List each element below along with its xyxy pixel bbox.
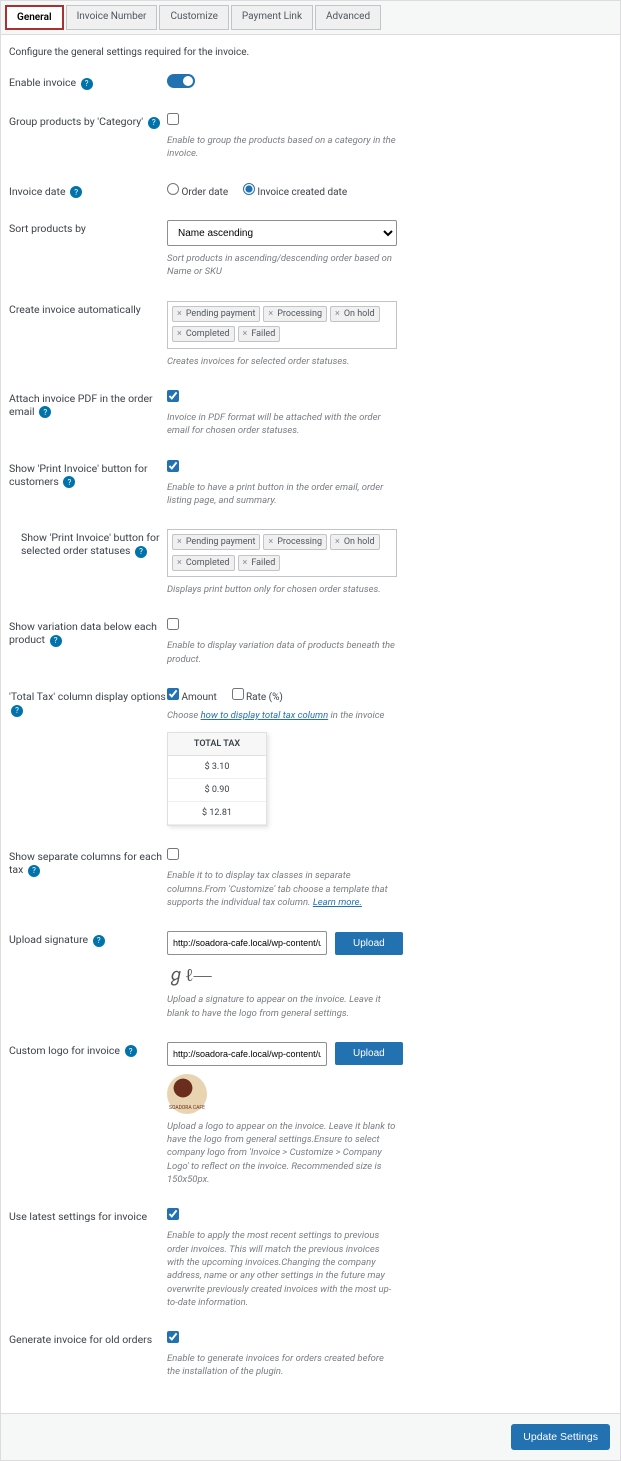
checkbox-attach-pdf[interactable] bbox=[167, 390, 179, 402]
label-custom-logo: Custom logo for invoice ? bbox=[9, 1042, 167, 1058]
label-generate-old: Generate invoice for old orders bbox=[9, 1331, 167, 1346]
label-tax-column: 'Total Tax' column display options ? bbox=[9, 688, 167, 717]
label-group-products: Group products by 'Category' ? bbox=[9, 113, 167, 129]
help-icon[interactable]: ? bbox=[63, 476, 75, 488]
label-sort-by: Sort products by bbox=[9, 220, 167, 235]
close-icon: × bbox=[268, 537, 273, 547]
input-signature-url[interactable] bbox=[167, 931, 327, 955]
tab-invoice-number[interactable]: Invoice Number bbox=[66, 5, 158, 30]
desc: Creates invoices for selected order stat… bbox=[167, 355, 397, 368]
checkbox-rate[interactable] bbox=[232, 688, 244, 700]
tax-preview-table: TOTAL TAX $ 3.10 $ 0.90 $ 12.81 bbox=[167, 732, 267, 826]
settings-panel: Configure the general settings required … bbox=[0, 35, 621, 1414]
tab-customize[interactable]: Customize bbox=[159, 5, 228, 30]
tag[interactable]: ×Completed bbox=[172, 555, 235, 571]
checkbox-separate-columns[interactable] bbox=[167, 848, 179, 860]
label-show-print: Show 'Print Invoice' button for customer… bbox=[9, 460, 167, 489]
label-variation: Show variation data below each product ? bbox=[9, 618, 167, 647]
footer-bar: Update Settings bbox=[0, 1414, 621, 1461]
help-icon[interactable]: ? bbox=[135, 546, 147, 558]
input-logo-url[interactable] bbox=[167, 1042, 327, 1066]
link-learn-more[interactable]: Learn more. bbox=[313, 897, 362, 908]
desc: Invoice in PDF format will be attached w… bbox=[167, 411, 397, 438]
label-latest-settings: Use latest settings for invoice bbox=[9, 1208, 167, 1223]
radio-order-date[interactable] bbox=[167, 183, 179, 195]
tab-payment-link[interactable]: Payment Link bbox=[231, 5, 313, 30]
tag[interactable]: ×Failed bbox=[238, 555, 281, 571]
link-tax-how[interactable]: how to display total tax column bbox=[201, 710, 329, 721]
label-invoice-date: Invoice date ? bbox=[9, 183, 167, 199]
checkbox-latest-settings[interactable] bbox=[167, 1208, 179, 1220]
label-auto-create: Create invoice automatically bbox=[9, 301, 167, 316]
help-icon[interactable]: ? bbox=[28, 865, 40, 877]
close-icon: × bbox=[177, 558, 182, 568]
checkbox-variation[interactable] bbox=[167, 618, 179, 630]
help-icon[interactable]: ? bbox=[70, 186, 82, 198]
help-icon[interactable]: ? bbox=[93, 935, 105, 947]
checkbox-generate-old[interactable] bbox=[167, 1331, 179, 1343]
label-separate-columns: Show separate columns for each tax ? bbox=[9, 848, 167, 877]
intro-text: Configure the general settings required … bbox=[9, 47, 612, 58]
close-icon: × bbox=[177, 309, 182, 319]
tagbox-auto-statuses[interactable]: ×Pending payment ×Processing ×On hold ×C… bbox=[167, 301, 397, 349]
tag[interactable]: ×Pending payment bbox=[172, 534, 260, 550]
desc: Sort products in ascending/descending or… bbox=[167, 252, 397, 279]
signature-preview: ℊℓ— bbox=[167, 961, 612, 987]
help-icon[interactable]: ? bbox=[11, 705, 23, 717]
help-icon[interactable]: ? bbox=[39, 406, 51, 418]
tag[interactable]: ×Processing bbox=[263, 306, 327, 322]
label-signature: Upload signature ? bbox=[9, 931, 167, 947]
help-icon[interactable]: ? bbox=[148, 117, 160, 129]
upload-signature-button[interactable]: Upload bbox=[335, 932, 403, 955]
close-icon: × bbox=[268, 309, 273, 319]
toggle-enable-invoice[interactable] bbox=[167, 74, 195, 88]
tag[interactable]: ×Pending payment bbox=[172, 306, 260, 322]
close-icon: × bbox=[243, 329, 248, 339]
close-icon: × bbox=[335, 537, 340, 547]
checkbox-amount[interactable] bbox=[167, 688, 179, 700]
tag[interactable]: ×On hold bbox=[330, 534, 380, 550]
tab-advanced[interactable]: Advanced bbox=[315, 5, 381, 30]
tag[interactable]: ×Processing bbox=[263, 534, 327, 550]
desc: Upload a signature to appear on the invo… bbox=[167, 993, 397, 1020]
close-icon: × bbox=[177, 537, 182, 547]
desc: Enable to display variation data of prod… bbox=[167, 639, 397, 666]
tag[interactable]: ×On hold bbox=[330, 306, 380, 322]
desc: Enable to generate invoices for orders c… bbox=[167, 1352, 397, 1379]
desc: Enable it to to display tax classes in s… bbox=[167, 869, 397, 909]
help-icon[interactable]: ? bbox=[81, 78, 93, 90]
desc: Enable to group the products based on a … bbox=[167, 134, 397, 161]
upload-logo-button[interactable]: Upload bbox=[335, 1042, 403, 1065]
desc: Enable to apply the most recent settings… bbox=[167, 1229, 397, 1309]
close-icon: × bbox=[335, 309, 340, 319]
tab-general[interactable]: General bbox=[5, 5, 64, 30]
select-sort-by[interactable]: Name ascending bbox=[167, 220, 397, 246]
desc: Enable to have a print button in the ord… bbox=[167, 481, 397, 508]
label-attach-pdf: Attach invoice PDF in the order email ? bbox=[9, 390, 167, 419]
desc: Choose how to display total tax column i… bbox=[167, 709, 397, 722]
update-settings-button[interactable]: Update Settings bbox=[511, 1424, 610, 1450]
checkbox-show-print[interactable] bbox=[167, 460, 179, 472]
label-enable-invoice: Enable invoice ? bbox=[9, 74, 167, 90]
desc: Upload a logo to appear on the invoice. … bbox=[167, 1120, 397, 1186]
close-icon: × bbox=[177, 329, 182, 339]
tabs-bar: General Invoice Number Customize Payment… bbox=[0, 0, 621, 35]
radio-invoice-created-date[interactable] bbox=[243, 183, 255, 195]
logo-preview: SOADORA CAFE bbox=[167, 1074, 207, 1114]
label-print-statuses: Show 'Print Invoice' button for selected… bbox=[9, 529, 167, 558]
help-icon[interactable]: ? bbox=[125, 1045, 137, 1057]
close-icon: × bbox=[243, 558, 248, 568]
desc: Displays print button only for chosen or… bbox=[167, 583, 397, 596]
tag[interactable]: ×Completed bbox=[172, 326, 235, 342]
help-icon[interactable]: ? bbox=[50, 635, 62, 647]
tagbox-print-statuses[interactable]: ×Pending payment ×Processing ×On hold ×C… bbox=[167, 529, 397, 577]
checkbox-group-products[interactable] bbox=[167, 113, 179, 125]
tag[interactable]: ×Failed bbox=[238, 326, 281, 342]
